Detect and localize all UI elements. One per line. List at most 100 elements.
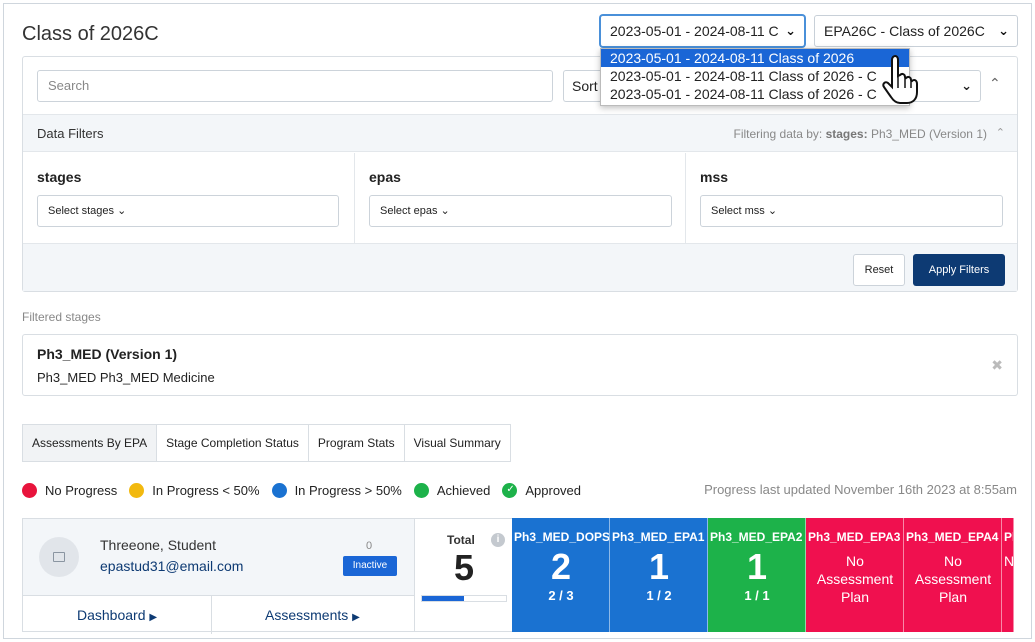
assessments-link[interactable]: Assessments ▶ <box>265 607 360 623</box>
filtering-prefix: Filtering data by: <box>733 127 823 141</box>
epa-value: 1 <box>746 546 768 587</box>
chevron-down-icon: ⌄ <box>767 205 778 217</box>
chevron-down-icon: ⌄ <box>998 23 1009 38</box>
epa-title: Ph3_MED_DOPS <box>514 530 610 544</box>
stages-placeholder: Select stages <box>48 205 115 217</box>
epas-placeholder: Select epas <box>380 205 438 217</box>
image-icon <box>53 552 65 562</box>
legend-label: Approved <box>525 482 582 498</box>
sort-button[interactable]: Sort <box>563 70 603 102</box>
chevron-up-icon[interactable]: ⌃ <box>989 75 1001 92</box>
view-tabs: Assessments By EPA Stage Completion Stat… <box>22 424 511 462</box>
epa-no-plan: No Assessment Plan <box>914 553 992 605</box>
epa-cell[interactable]: Ph3_MED_EPA3 No Assessment Plan <box>806 518 904 632</box>
pointer-cursor-icon <box>882 55 918 104</box>
date-range-select[interactable]: 2023-05-01 - 2024-08-11 C ⌄ <box>600 15 805 47</box>
chevron-down-icon: ⌄ <box>117 205 127 217</box>
search-input[interactable]: Search <box>37 70 553 102</box>
status-badge: Inactive <box>343 556 397 576</box>
epa-cell[interactable]: Ph3_MED_DOPS 2 2 / 3 <box>512 518 610 632</box>
legend-dot <box>129 482 145 498</box>
stage-title: Ph3_MED (Version 1) <box>37 346 178 362</box>
stage-description: Ph3_MED Ph3_MED Medicine <box>37 370 215 385</box>
legend-item: ✓ Approved <box>502 482 582 498</box>
filter-actions: Reset Apply Filters <box>23 243 1017 291</box>
page-title: Class of 2026C <box>22 23 159 45</box>
stages-select[interactable]: Select stages ⌄ <box>37 195 339 227</box>
date-range-option[interactable]: 2023-05-01 - 2024-08-11 Class of 2026 <box>601 49 909 67</box>
epa-value: 1 <box>648 546 670 587</box>
legend-item: In Progress > 50% <box>271 482 402 498</box>
chevron-down-icon: ⌄ <box>961 78 972 93</box>
filtering-summary: Filtering data by: stages: Ph3_MED (Vers… <box>734 127 988 141</box>
epa-cell[interactable]: Ph3_MED_EPA1 1 1 / 2 <box>610 518 708 632</box>
date-range-value: 2023-05-01 - 2024-08-11 C <box>610 23 779 39</box>
mss-placeholder: Select mss <box>711 205 765 217</box>
mss-select[interactable]: Select mss ⌄ <box>700 195 1003 227</box>
apply-filters-button[interactable]: Apply Filters <box>913 254 1005 286</box>
tab-program-stats[interactable]: Program Stats <box>308 424 405 462</box>
legend-item: In Progress < 50% <box>129 482 260 498</box>
epa-title: Ph3_MED_EPA5 <box>1004 530 1013 544</box>
caret-right-icon: ▶ <box>352 612 360 623</box>
epa-cells: Ph3_MED_DOPS 2 2 / 3 Ph3_MED_EPA1 1 1 / … <box>512 518 1014 632</box>
total-label: Total <box>447 533 475 547</box>
dashboard-link-label: Dashboard <box>77 607 146 623</box>
epa-no-plan: No Assessment Plan <box>816 553 894 605</box>
epa-cell[interactable]: Ph3_MED_EPA4 No Assessment Plan <box>904 518 1002 632</box>
student-count: 0 <box>366 540 373 552</box>
epa-no-plan: No Assessment Plan <box>1004 553 1014 569</box>
chevron-down-icon: ⌄ <box>785 23 796 38</box>
epa-ratio: 2 / 3 <box>548 588 574 603</box>
legend-label: In Progress > 50% <box>294 482 402 498</box>
progress-updated-text: Progress last updated November 16th 2023… <box>704 482 1017 497</box>
total-progress-fill <box>422 596 464 601</box>
filter-column-epas: epas Select epas ⌄ <box>355 153 686 243</box>
student-info: Threeone, Student epastud31@email.com 0 … <box>23 519 415 595</box>
epa-cell[interactable]: Ph3_MED_EPA5 No Assessment Plan <box>1002 518 1014 632</box>
epa-ratio: 1 / 1 <box>744 588 770 603</box>
total-cell: Total i 5 <box>414 518 512 632</box>
chevron-down-icon: ⌄ <box>440 205 450 217</box>
filter-heading: stages <box>37 169 82 185</box>
legend-dot <box>271 482 287 498</box>
student-email[interactable]: epastud31@email.com <box>100 558 243 574</box>
tab-stage-completion-status[interactable]: Stage Completion Status <box>157 424 309 462</box>
progress-legend: No Progress In Progress < 50% In Progres… <box>22 481 593 499</box>
date-range-option[interactable]: 2023-05-01 - 2024-08-11 Class of 2026 - … <box>601 67 909 85</box>
legend-item: No Progress <box>22 482 117 498</box>
chevron-up-icon[interactable]: ⌃ <box>996 126 1005 139</box>
cohort-select[interactable]: EPA26C - Class of 2026C ⌄ <box>814 15 1018 47</box>
filtered-stages-label: Filtered stages <box>22 310 101 324</box>
date-range-option[interactable]: 2023-05-01 - 2024-08-11 Class of 2026 - … <box>601 85 909 103</box>
legend-dot <box>22 482 37 498</box>
cohort-value: EPA26C - Class of 2026C <box>824 23 985 39</box>
data-filters-header[interactable]: Data Filters Filtering data by: stages: … <box>23 114 1017 152</box>
dashboard-link[interactable]: Dashboard ▶ <box>77 607 157 623</box>
data-filters-label: Data Filters <box>37 126 104 141</box>
avatar <box>39 537 79 577</box>
total-value: 5 <box>453 547 475 588</box>
close-icon[interactable]: ✖ <box>991 357 1003 374</box>
epa-title: Ph3_MED_EPA2 <box>710 530 803 544</box>
reset-button[interactable]: Reset <box>853 254 905 286</box>
epa-title: Ph3_MED_EPA1 <box>612 530 705 544</box>
tab-assessments-by-epa[interactable]: Assessments By EPA <box>22 424 158 462</box>
app-frame: Class of 2026C 2023-05-01 - 2024-08-11 C… <box>3 3 1032 639</box>
epas-select[interactable]: Select epas ⌄ <box>369 195 672 227</box>
total-progress-bar <box>421 595 507 602</box>
filter-heading: epas <box>369 169 401 185</box>
epa-title: Ph3_MED_EPA3 <box>808 530 901 544</box>
check-circle-icon: ✓ <box>502 482 518 498</box>
student-name: Threeone, Student <box>100 537 216 553</box>
filtering-value: Ph3_MED (Version 1) <box>870 127 987 141</box>
info-icon[interactable]: i <box>491 533 505 547</box>
filter-column-stages: stages Select stages ⌄ <box>23 153 355 243</box>
date-range-dropdown: 2023-05-01 - 2024-08-11 Class of 2026 20… <box>600 48 910 106</box>
student-card: Threeone, Student epastud31@email.com 0 … <box>22 518 415 634</box>
epa-cell[interactable]: Ph3_MED_EPA2 1 1 / 1 <box>708 518 806 632</box>
legend-label: In Progress < 50% <box>152 482 260 498</box>
link-divider <box>211 596 212 634</box>
legend-label: Achieved <box>436 482 491 498</box>
tab-visual-summary[interactable]: Visual Summary <box>404 424 511 462</box>
